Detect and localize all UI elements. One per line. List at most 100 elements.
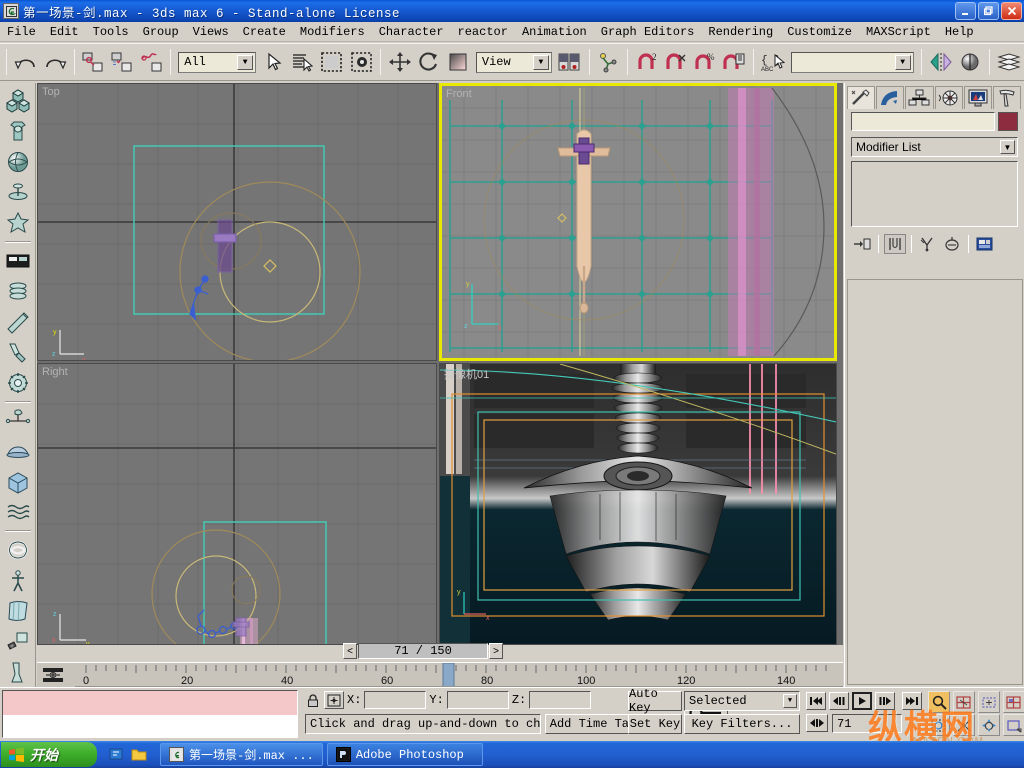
menu-rendering[interactable]: Rendering	[701, 23, 780, 41]
previous-frame-button[interactable]: <	[343, 643, 357, 659]
chevron-down-icon[interactable]: ▼	[237, 54, 254, 70]
pin-stack-icon[interactable]	[851, 234, 873, 254]
menu-file[interactable]: File	[0, 23, 43, 41]
biped-icon[interactable]	[3, 566, 33, 594]
paint-icon[interactable]	[3, 627, 33, 655]
named-selection-sets-combo[interactable]: ▼	[791, 51, 914, 73]
rigid-body-icon[interactable]	[3, 658, 33, 686]
knot-icon[interactable]	[3, 536, 33, 564]
arc-rotate-icon[interactable]	[1003, 714, 1024, 736]
absolute-relative-icon[interactable]	[324, 691, 344, 709]
key-mode-icon[interactable]	[806, 714, 828, 732]
spinner-snap-icon[interactable]	[720, 47, 749, 77]
viewport-front[interactable]: y x z Front	[439, 83, 837, 361]
next-frame-button[interactable]: >	[489, 643, 503, 659]
object-color-swatch[interactable]	[998, 112, 1018, 131]
weather-vane-icon[interactable]	[3, 407, 33, 435]
frame-display-field[interactable]: 71 / 150	[358, 643, 488, 659]
key-mode-combo[interactable]: Selected ▼	[684, 691, 800, 711]
utilities-tab[interactable]	[992, 86, 1022, 109]
extended-primitives-icon[interactable]	[3, 117, 33, 145]
box-helper-icon[interactable]	[3, 467, 33, 495]
folder-icon[interactable]	[130, 746, 148, 764]
z-field[interactable]	[529, 691, 592, 709]
menu-character[interactable]: Character	[372, 23, 451, 41]
track-bar[interactable]: 0 20 40 60 80 100 120 140	[37, 662, 843, 688]
field-of-view-icon[interactable]	[928, 714, 950, 736]
water-icon[interactable]	[3, 498, 33, 526]
current-frame-field[interactable]: 71	[832, 714, 902, 733]
menu-group[interactable]: Group	[136, 23, 186, 41]
maximize-button[interactable]	[978, 2, 999, 20]
modifier-stack-list[interactable]	[851, 161, 1018, 227]
select-and-link-icon[interactable]	[79, 47, 107, 77]
menu-animation[interactable]: Animation	[515, 23, 594, 41]
set-key-button[interactable]: Set Key	[628, 714, 682, 734]
gear-icon[interactable]	[3, 368, 33, 396]
layer-manager-icon[interactable]	[994, 47, 1023, 77]
make-unique-icon[interactable]	[917, 234, 939, 254]
menu-customize[interactable]: Customize	[780, 23, 859, 41]
menu-maxscript[interactable]: MAXScript	[859, 23, 938, 41]
lock-selection-icon[interactable]	[305, 691, 321, 709]
doors-icon[interactable]	[3, 247, 33, 275]
named-selection-icon[interactable]: { } ABC	[759, 47, 788, 77]
pivot-center-icon[interactable]	[555, 47, 584, 77]
viewport-right[interactable]: z y x Right	[37, 363, 437, 645]
zoom-extents-all-icon[interactable]	[1003, 691, 1024, 713]
go-to-end-icon[interactable]	[902, 692, 922, 710]
object-name-field[interactable]	[851, 112, 995, 131]
mirror-icon[interactable]	[926, 47, 955, 77]
remove-modifier-icon[interactable]	[941, 234, 963, 254]
align-icon[interactable]	[956, 47, 984, 77]
menu-tools[interactable]: Tools	[86, 23, 136, 41]
nurbs-surfaces-icon[interactable]	[3, 277, 33, 305]
motion-tab[interactable]	[934, 86, 963, 109]
menu-graph-editors[interactable]: Graph Editors	[594, 23, 702, 41]
compound-objects-icon[interactable]	[3, 148, 33, 176]
angle-snap-icon[interactable]	[662, 47, 690, 77]
menu-reactor[interactable]: reactor	[451, 23, 515, 41]
next-frame-icon[interactable]	[875, 692, 895, 710]
menu-modifiers[interactable]: Modifiers	[293, 23, 372, 41]
menu-views[interactable]: Views	[186, 23, 236, 41]
listener-output-pane[interactable]	[3, 715, 297, 737]
select-rotate-icon[interactable]	[415, 47, 443, 77]
hierarchy-tab[interactable]	[905, 86, 934, 109]
modify-tab[interactable]	[876, 86, 905, 109]
percent-snap-icon[interactable]: %	[691, 47, 719, 77]
chevron-down-icon[interactable]: ▼	[894, 54, 911, 70]
task-3dsmax[interactable]: 第一场景-剑.max ...	[160, 743, 323, 766]
select-by-name-icon[interactable]	[289, 47, 317, 77]
snap-toggle-icon[interactable]: 2	[633, 47, 661, 77]
display-tab[interactable]	[963, 86, 992, 109]
zoom-extents-icon[interactable]	[978, 691, 1000, 713]
undo-icon[interactable]	[12, 47, 40, 77]
patch-grids-icon[interactable]	[3, 209, 33, 237]
task-photoshop[interactable]: Adobe Photoshop	[326, 743, 483, 766]
unlink-selection-icon[interactable]	[108, 47, 136, 77]
selection-filter-combo[interactable]: All ▼	[178, 51, 257, 73]
chevron-down-icon[interactable]: ▼	[532, 54, 549, 70]
rect-select-region-icon[interactable]	[318, 47, 346, 77]
select-scale-icon[interactable]	[444, 47, 472, 77]
vehicle-icon[interactable]	[3, 437, 33, 465]
reference-coord-combo[interactable]: View ▼	[475, 51, 552, 73]
zoom-icon[interactable]	[928, 691, 950, 713]
maxscript-mini-listener[interactable]	[2, 690, 298, 738]
standard-primitives-icon[interactable]	[3, 87, 33, 115]
start-button[interactable]: 开始	[1, 742, 97, 767]
viewport-camera[interactable]: y x 摄像机01 MAXCN.COM	[439, 363, 837, 645]
window-crossing-icon[interactable]	[347, 47, 376, 77]
manipulate-icon[interactable]	[594, 47, 623, 77]
modifier-list-dropdown[interactable]: Modifier List ▼	[851, 137, 1018, 157]
stairs-icon[interactable]	[3, 338, 33, 366]
chevron-down-icon[interactable]: ▼	[783, 694, 797, 708]
go-to-start-icon[interactable]	[806, 692, 826, 710]
menu-create[interactable]: Create	[236, 23, 293, 41]
add-time-tag-button[interactable]: Add Time Tag	[545, 714, 641, 734]
chevron-down-icon[interactable]: ▼	[1000, 140, 1015, 154]
zoom-all-icon[interactable]	[953, 691, 975, 713]
key-mode-toggle-icon[interactable]	[39, 665, 67, 685]
viewport-top[interactable]: y x z Top	[37, 83, 437, 361]
